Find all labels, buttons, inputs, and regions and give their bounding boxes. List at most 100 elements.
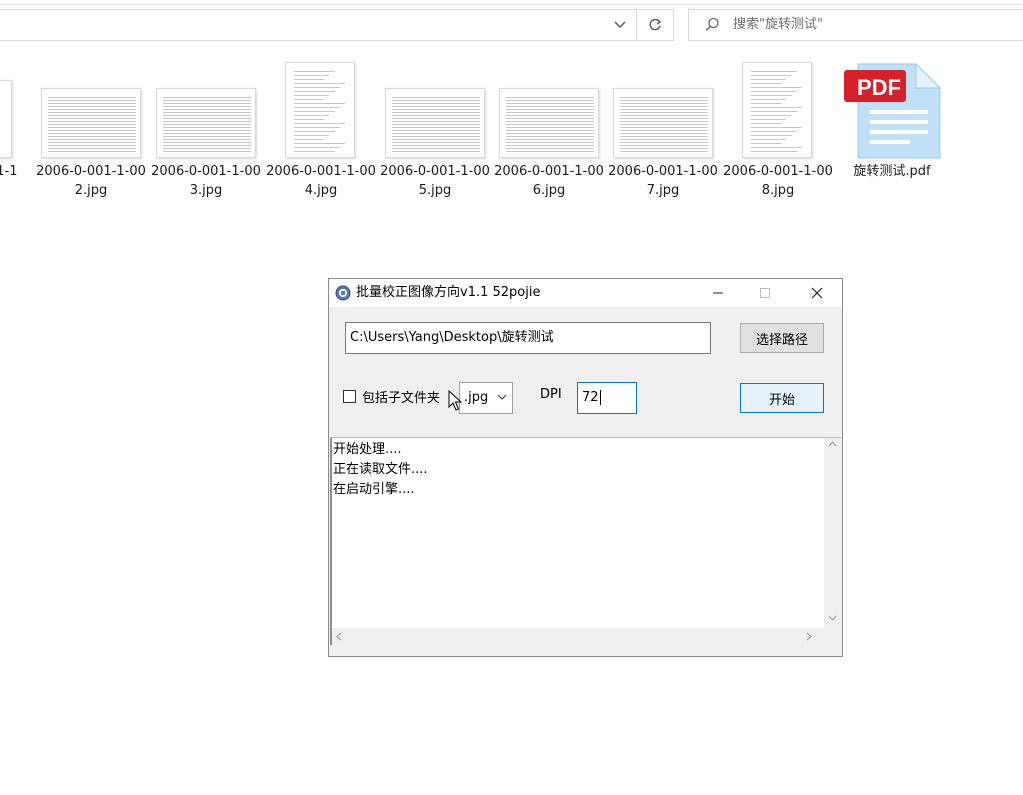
address-bar[interactable] (0, 9, 674, 41)
thumbnail-text-line (392, 139, 480, 140)
thumbnail-text-line (620, 100, 708, 101)
file-item[interactable]: 2006-0-001-1-005.jpg (379, 58, 491, 208)
thumbnail-text-line (392, 145, 480, 146)
thumbnail-text-line (163, 118, 251, 119)
thumbnail-text-line (392, 127, 480, 128)
thumbnail-text-line (620, 112, 708, 113)
dpi-value: 72 (582, 390, 599, 405)
refresh-icon[interactable] (637, 10, 673, 40)
thumbnail-text-line (392, 118, 480, 119)
thumbnail-text-line (392, 106, 480, 107)
thumbnail-text-line (294, 151, 335, 152)
thumbnail-text-line (163, 106, 251, 107)
chevron-up-icon[interactable] (828, 440, 837, 450)
thumbnail-text-line (751, 91, 797, 92)
thumbnail-text-line (392, 130, 480, 131)
thumbnail-text-line (163, 109, 251, 110)
extension-select[interactable]: .jpg (459, 382, 513, 414)
file-item[interactable]: 2006-0-001-1-008.jpg (722, 58, 834, 208)
mouse-pointer-icon (448, 390, 462, 411)
file-name: 2006-0-001-1-004.jpg (266, 164, 376, 198)
thumbnail-text-line (163, 151, 251, 152)
start-button[interactable]: 开始 (740, 383, 824, 413)
chevron-down-icon[interactable] (605, 10, 635, 40)
thumbnail-text-line (392, 148, 480, 149)
thumbnail-text-line (392, 151, 480, 152)
thumbnail-text-line (48, 103, 136, 104)
thumbnail-text-line (163, 145, 251, 146)
thumbnail-text-line (294, 135, 330, 136)
thumbnail-text-line (620, 136, 708, 137)
thumbnail-text-line (506, 124, 594, 125)
thumbnail-text-line (294, 79, 324, 80)
thumbnail-text-line (48, 124, 136, 125)
thumbnail-text-line (506, 133, 594, 134)
file-item[interactable]: 2006-0-001-1-003.jpg (150, 58, 262, 208)
thumbnail-text-line (751, 79, 787, 80)
search-box[interactable]: 搜索"旋转测试" (688, 9, 1023, 41)
thumbnail-text-line (392, 124, 480, 125)
thumbnail-text-line (620, 106, 708, 107)
file-thumbnail (742, 62, 812, 158)
thumbnail-text-line (506, 115, 594, 116)
close-button[interactable] (794, 279, 840, 307)
thumbnail-text-line (294, 103, 346, 104)
thumbnail-text-line (48, 127, 136, 128)
thumbnail-text-line (392, 109, 480, 110)
file-name: 2006-0-001-1-005.jpg (380, 164, 490, 198)
thumbnail-text-line (751, 139, 787, 140)
thumbnail-text-line (48, 97, 136, 98)
include-subfolders-checkbox[interactable] (343, 390, 356, 403)
app-dialog: 批量校正图像方向v1.1 52pojie C:\Users\Yang\Deskt… (328, 278, 843, 657)
thumbnail-text-line (620, 133, 708, 134)
file-thumbnail (499, 88, 599, 158)
log-line: 在启动引擎.... (333, 482, 415, 497)
path-input[interactable]: C:\Users\Yang\Desktop\旋转测试 (345, 322, 711, 354)
text-caret (599, 390, 601, 405)
minimize-button[interactable] (695, 279, 741, 307)
chevron-down-icon[interactable] (828, 614, 837, 624)
thumbnail-text-line (48, 145, 136, 146)
thumbnail-text-line (751, 127, 803, 128)
dpi-input[interactable]: 72 (577, 382, 637, 414)
thumbnail-text-line (506, 145, 594, 146)
file-name: 2006-0-001-1-003.jpg (151, 164, 261, 198)
browse-path-button[interactable]: 选择路径 (740, 323, 824, 353)
file-item[interactable]: 2006-0-001-1-004.jpg (265, 58, 377, 208)
thumbnail-text-line (48, 133, 136, 134)
thumbnail-text-line (751, 71, 797, 72)
file-item-partial[interactable]: 01-1 (0, 58, 22, 208)
file-item[interactable]: 2006-0-001-1-002.jpg (35, 58, 147, 208)
thumbnail-text-line (620, 115, 708, 116)
file-thumbnail (0, 80, 12, 158)
thumbnail-text-line (392, 115, 480, 116)
include-subfolders-label[interactable]: 包括子文件夹 (362, 387, 440, 406)
thumbnail-text-line (620, 124, 708, 125)
minimize-icon (713, 292, 723, 294)
chevron-right-icon[interactable] (806, 632, 812, 644)
thumbnail-text-line (294, 107, 340, 108)
file-name: 2006-0-001-1-006.jpg (494, 164, 604, 198)
thumbnail-text-line (392, 142, 480, 143)
maximize-button[interactable] (742, 279, 788, 307)
file-thumbnail (156, 88, 256, 158)
file-item-pdf[interactable]: PDF 旋转测试.pdf (836, 58, 948, 208)
thumbnail-text-line (506, 109, 594, 110)
thumbnail-text-line (294, 71, 335, 72)
file-item[interactable]: 2006-0-001-1-007.jpg (607, 58, 719, 208)
thumbnail-text-line (48, 100, 136, 101)
thumbnail-text-line (506, 100, 594, 101)
chevron-left-icon[interactable] (336, 632, 342, 644)
thumbnail-text-line (163, 130, 251, 131)
file-name: 旋转测试.pdf (853, 164, 931, 179)
file-item[interactable]: 2006-0-001-1-006.jpg (493, 58, 605, 208)
horizontal-scrollbar[interactable] (332, 628, 824, 645)
title-bar[interactable]: 批量校正图像方向v1.1 52pojie (329, 279, 842, 307)
thumbnail-text-line (294, 115, 330, 116)
log-textarea[interactable]: 开始处理.... 正在读取文件.... 在启动引擎.... (330, 437, 841, 645)
window-title: 批量校正图像方向v1.1 52pojie (356, 285, 541, 300)
thumbnail-text-line (506, 121, 594, 122)
thumbnail-text-line (506, 142, 594, 143)
vertical-scrollbar[interactable] (824, 438, 841, 628)
thumbnail-text-line (48, 151, 136, 152)
